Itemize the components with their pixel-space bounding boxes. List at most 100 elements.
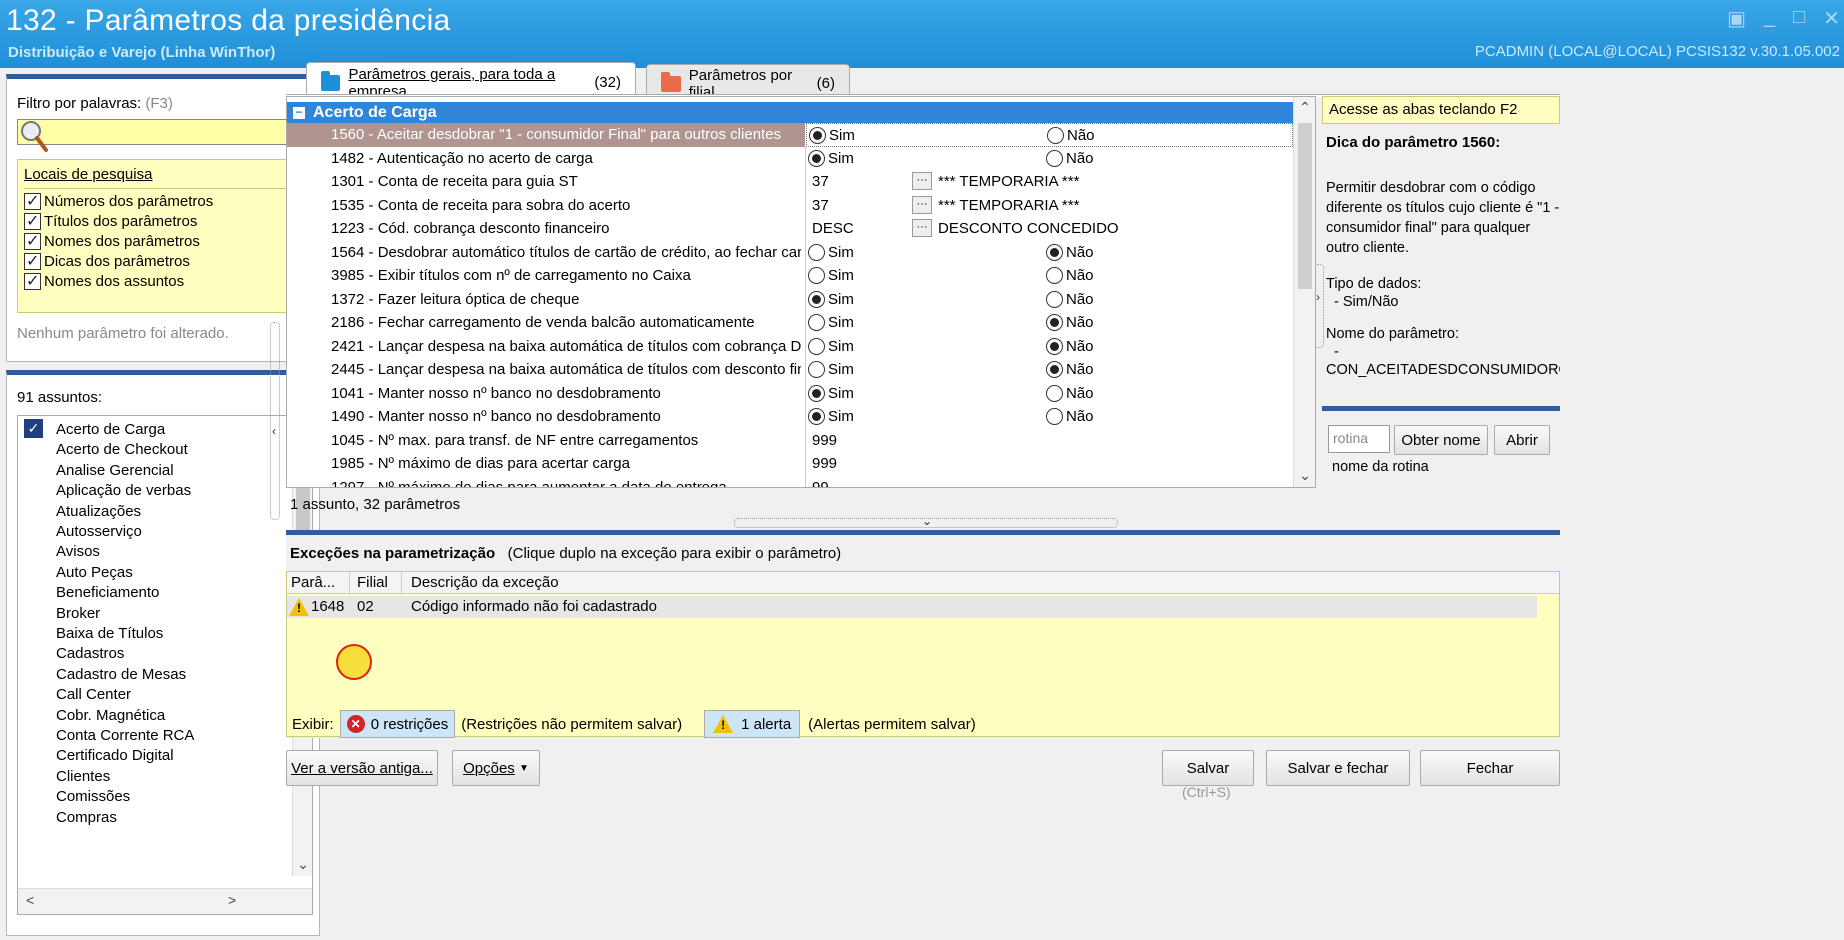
param-value[interactable]: 37 ··· *** TEMPORARIA ***	[806, 194, 1293, 218]
radio-nao[interactable]: Não	[1046, 314, 1094, 331]
save-button[interactable]: Salvar	[1162, 750, 1254, 786]
radio-nao[interactable]: Não	[1046, 149, 1094, 167]
search-locations-header[interactable]: Locais de pesquisa	[24, 166, 152, 183]
lookup-button[interactable]: ···	[912, 195, 932, 214]
left-splitter[interactable]	[270, 322, 280, 520]
old-version-button[interactable]: Ver a versão antiga...	[286, 750, 438, 786]
lookup-code[interactable]: DESC	[812, 220, 854, 237]
radio-sim[interactable]: Sim	[808, 384, 854, 402]
table-row[interactable]: 1372 - Fazer leitura óptica de cheque Sim…	[287, 287, 1293, 312]
radio-icon[interactable]	[1046, 337, 1063, 355]
param-value[interactable]: Sim Não	[806, 405, 1293, 429]
radio-icon[interactable]	[1046, 408, 1063, 425]
grid-vscroll[interactable]: ⌃ ⌄	[1293, 97, 1315, 487]
subjects-list[interactable]: ✓ Acerto de Carga Acerto de Checkout Anali…	[17, 415, 313, 915]
checkbox-nomes[interactable]: Nomes dos parâmetros	[24, 230, 200, 252]
param-value[interactable]: Sim Não	[806, 335, 1293, 359]
table-row[interactable]: 1490 - Manter nosso nº banco no desdobra…	[287, 405, 1293, 429]
col-descricao[interactable]: Descrição da exceção	[411, 574, 559, 591]
param-value[interactable]: Sim Não	[806, 382, 1293, 406]
param-value[interactable]: Sim Não	[806, 311, 1293, 335]
radio-nao[interactable]: Não	[1046, 243, 1094, 261]
param-value[interactable]: Sim Não	[806, 147, 1293, 171]
collapse-left-icon[interactable]: ‹	[272, 424, 276, 438]
scroll-thumb[interactable]	[1298, 123, 1312, 289]
table-row[interactable]: 1560 - Aceitar desdobrar "1 - consumidor…	[287, 123, 1293, 147]
checkbox-icon[interactable]	[24, 211, 41, 231]
radio-icon[interactable]	[1047, 127, 1064, 144]
radio-nao[interactable]: Não	[1046, 408, 1094, 425]
lookup-button[interactable]: ···	[912, 219, 932, 237]
table-row[interactable]: 2445 - Lançar despesa na baixa automátic…	[287, 358, 1293, 382]
lookup-code[interactable]: 37	[812, 197, 829, 214]
scroll-left-icon[interactable]: <	[26, 892, 34, 908]
table-row[interactable]: 2186 - Fechar carregamento de venda balc…	[287, 311, 1293, 335]
collapse-group-icon[interactable]: −	[293, 106, 305, 119]
table-row[interactable]: 1297 - Nº máximo de dias para aumentar a…	[287, 475, 1293, 488]
radio-icon[interactable]	[808, 337, 825, 355]
col-param[interactable]: Parâ...	[291, 574, 335, 591]
radio-sim[interactable]: Sim	[808, 337, 854, 355]
param-value[interactable]: 99	[806, 476, 1293, 488]
lookup-code[interactable]: 37	[812, 173, 829, 190]
table-row[interactable]: 1041 - Manter nosso nº banco no desdobra…	[287, 381, 1293, 406]
radio-icon[interactable]	[809, 127, 826, 144]
table-row[interactable]: 3985 - Exibir títulos com nº de carregam…	[287, 264, 1293, 288]
radio-sim[interactable]: Sim	[809, 127, 855, 144]
radio-icon[interactable]	[1046, 314, 1063, 331]
param-value[interactable]: Sim Não	[806, 264, 1293, 288]
radio-icon[interactable]	[808, 149, 825, 167]
table-row[interactable]: 1045 - Nº max. para transf. de NF entre …	[287, 428, 1293, 453]
open-button[interactable]: Abrir	[1494, 425, 1550, 455]
radio-sim[interactable]: Sim	[808, 149, 854, 167]
collapse-down-icon[interactable]: ⌄	[922, 514, 932, 528]
lookup-button[interactable]: ···	[912, 172, 932, 190]
table-row[interactable]: 1223 - Cód. cobrança desconto financeiro…	[287, 217, 1293, 241]
radio-icon[interactable]	[808, 314, 825, 331]
radio-icon[interactable]	[1046, 267, 1063, 284]
radio-icon[interactable]	[808, 384, 825, 402]
routine-input[interactable]: rotina	[1328, 425, 1390, 453]
radio-sim[interactable]: Sim	[808, 408, 854, 425]
radio-nao[interactable]: Não	[1046, 384, 1094, 402]
checkbox-icon[interactable]	[24, 251, 41, 271]
col-filial[interactable]: Filial	[357, 574, 388, 591]
radio-sim[interactable]: Sim	[808, 243, 854, 261]
restore-icon[interactable]: ▣	[1727, 6, 1746, 31]
scroll-down-icon[interactable]: ⌄	[1294, 467, 1315, 484]
radio-icon[interactable]	[808, 408, 825, 425]
minimize-icon[interactable]: _	[1764, 6, 1775, 31]
checkbox-icon[interactable]	[24, 271, 41, 291]
get-name-button[interactable]: Obter nome	[1394, 425, 1488, 455]
radio-icon[interactable]	[1046, 149, 1063, 167]
radio-icon[interactable]	[1046, 290, 1063, 308]
close-button[interactable]: Fechar	[1420, 750, 1560, 786]
checkbox-numeros[interactable]: Números dos parâmetros	[24, 190, 213, 212]
radio-icon[interactable]	[1046, 243, 1063, 261]
param-value[interactable]: Sim Não	[806, 288, 1293, 312]
table-row[interactable]: 1482 - Autenticação no acerto de carga Si…	[287, 146, 1293, 171]
close-icon[interactable]: ✕	[1823, 6, 1840, 31]
group-header[interactable]: − Acerto de Carga	[287, 102, 1293, 124]
radio-icon[interactable]	[808, 243, 825, 261]
radio-sim[interactable]: Sim	[808, 290, 854, 308]
radio-nao[interactable]: Não	[1046, 337, 1094, 355]
radio-sim[interactable]: Sim	[808, 314, 854, 331]
text-value[interactable]: 99	[812, 479, 829, 488]
alerts-button[interactable]: 1 alerta	[704, 710, 801, 738]
checkbox-icon[interactable]	[24, 231, 41, 251]
options-button[interactable]: Opções ▼	[452, 750, 540, 786]
radio-icon[interactable]	[808, 361, 825, 378]
checkbox-dicas[interactable]: Dicas dos parâmetros	[24, 250, 190, 272]
radio-icon[interactable]	[808, 290, 825, 308]
table-row[interactable]: 1535 - Conta de receita para sobra do ac…	[287, 193, 1293, 218]
param-value[interactable]: Sim Não	[806, 123, 1293, 147]
table-row[interactable]: 1564 - Desdobrar automático títulos de c…	[287, 240, 1293, 265]
checkbox-assuntos[interactable]: Nomes dos assuntos	[24, 270, 184, 292]
table-row[interactable]: 1301 - Conta de receita para guia ST 37 ··…	[287, 170, 1293, 194]
checkbox-icon[interactable]	[24, 191, 41, 211]
radio-icon[interactable]	[1046, 361, 1063, 378]
param-value[interactable]: 999	[806, 429, 1293, 453]
radio-nao[interactable]: Não	[1046, 290, 1094, 308]
checkbox-titulos[interactable]: Títulos dos parâmetros	[24, 210, 197, 232]
